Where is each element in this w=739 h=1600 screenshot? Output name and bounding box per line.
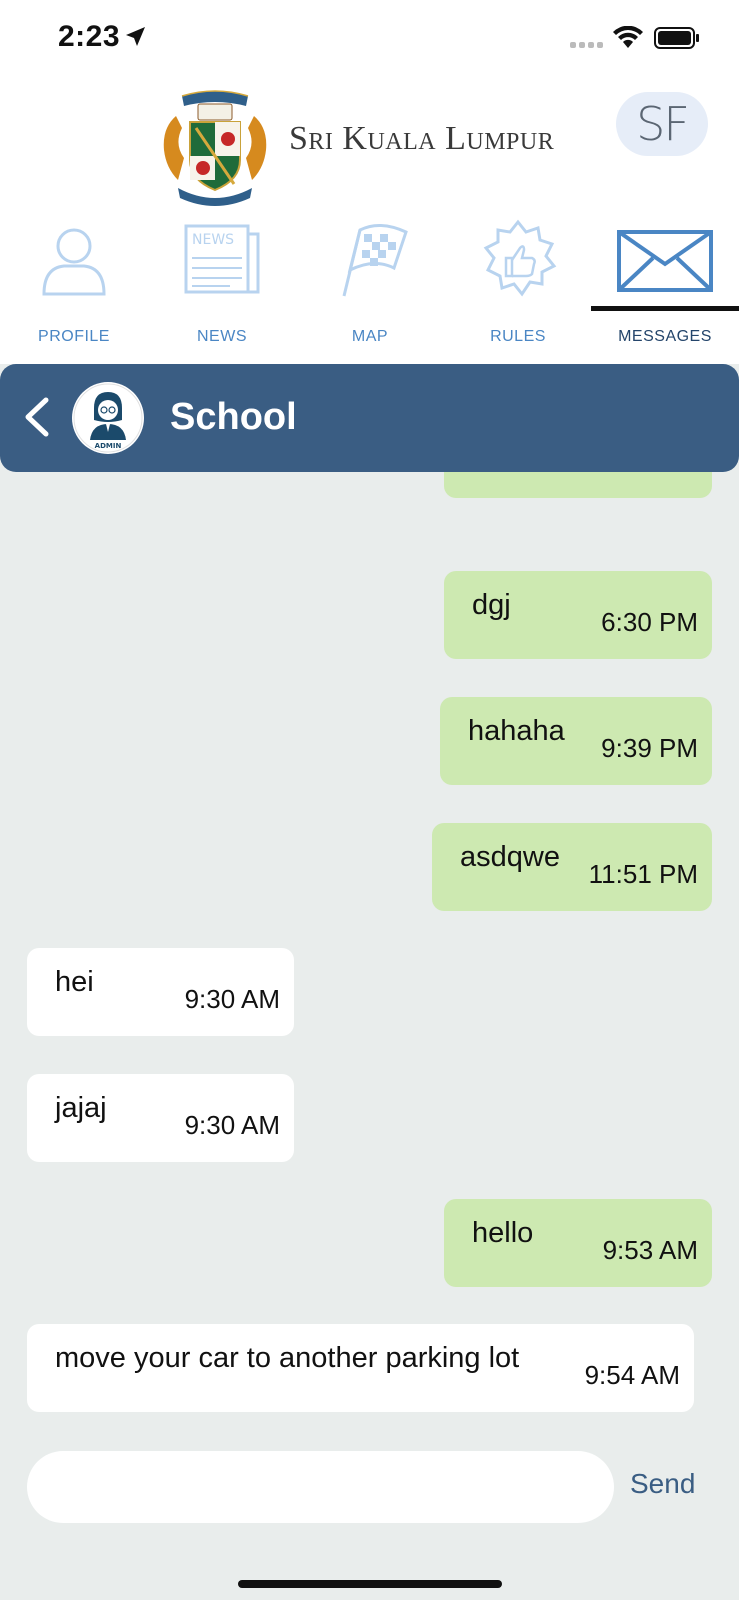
admin-avatar: ADMIN [72,382,144,454]
tab-profile[interactable]: PROFILE [0,210,148,360]
news-icon: NEWS [184,224,260,294]
envelope-icon [617,230,713,292]
school-name: Sri Kuala Lumpur [289,120,555,157]
message-text: asdqwe [460,841,560,873]
wifi-icon [613,26,643,48]
message-bubble-received: jajaj 9:30 AM [27,1074,294,1162]
signal-icon [570,42,603,48]
checkered-flag-icon [342,224,408,297]
tab-map[interactable]: MAP [296,210,444,360]
app-header: Sri Kuala Lumpur SF [0,80,739,210]
message-time: 6:30 PM [601,607,698,637]
message-bubble-sent: hello 9:53 AM [444,1199,712,1287]
message-time: 9:30 AM [184,984,280,1014]
send-button[interactable]: Send [630,1468,695,1500]
home-indicator[interactable] [238,1580,502,1588]
chat-header: ADMIN School [0,364,739,472]
status-bar: 2:23 [0,0,739,80]
message-text: dgj [472,589,511,621]
chat-panel: ADMIN School haha 6:07 PM dgj 6:30 PM ha… [0,364,739,1600]
message-input[interactable] [27,1451,614,1523]
tab-label: RULES [490,328,546,345]
tab-bar: PROFILE NEWS NEWS MAP RULES MESSAGES [0,210,739,360]
message-bubble-sent: asdqwe 11:51 PM [432,823,712,911]
message-time: 9:54 AM [584,1360,680,1390]
message-text: hei [55,966,94,998]
message-bubble-sent: hahaha 9:39 PM [440,697,712,785]
active-tab-indicator [591,306,739,311]
chat-title: School [170,396,297,438]
tab-news[interactable]: NEWS NEWS [148,210,296,360]
message-text: move your car to another parking lot [55,1342,520,1374]
tab-label: MESSAGES [618,328,712,345]
svg-text:NEWS: NEWS [192,232,234,248]
message-bubble-received: hei 9:30 AM [27,948,294,1036]
battery-icon [654,27,699,49]
message-time: 11:51 PM [588,859,698,889]
tab-label: NEWS [197,328,247,345]
tab-label: PROFILE [38,328,110,345]
admin-label: ADMIN [95,442,122,450]
message-text: hello [472,1217,534,1249]
tab-rules[interactable]: RULES [444,210,592,360]
admin-person-icon: ADMIN [73,383,143,453]
message-time: 9:53 AM [602,1235,698,1265]
back-chevron-icon[interactable] [20,394,54,440]
message-time: 9:39 PM [601,733,698,763]
message-time: 9:30 AM [184,1110,280,1140]
message-text: jajaj [55,1092,107,1124]
user-avatar[interactable]: SF [616,92,708,156]
location-arrow-icon [126,27,145,46]
message-bubble-received: move your car to another parking lot 9:5… [27,1324,694,1412]
status-time: 2:23 [58,20,121,53]
message-text: hahaha [468,715,565,747]
tab-messages[interactable]: MESSAGES [591,210,739,360]
school-crest-logo [163,90,267,206]
message-bubble-sent: dgj 6:30 PM [444,571,712,659]
tab-label: MAP [351,328,389,345]
thumbs-up-badge-icon [483,219,557,297]
profile-icon [42,228,106,296]
